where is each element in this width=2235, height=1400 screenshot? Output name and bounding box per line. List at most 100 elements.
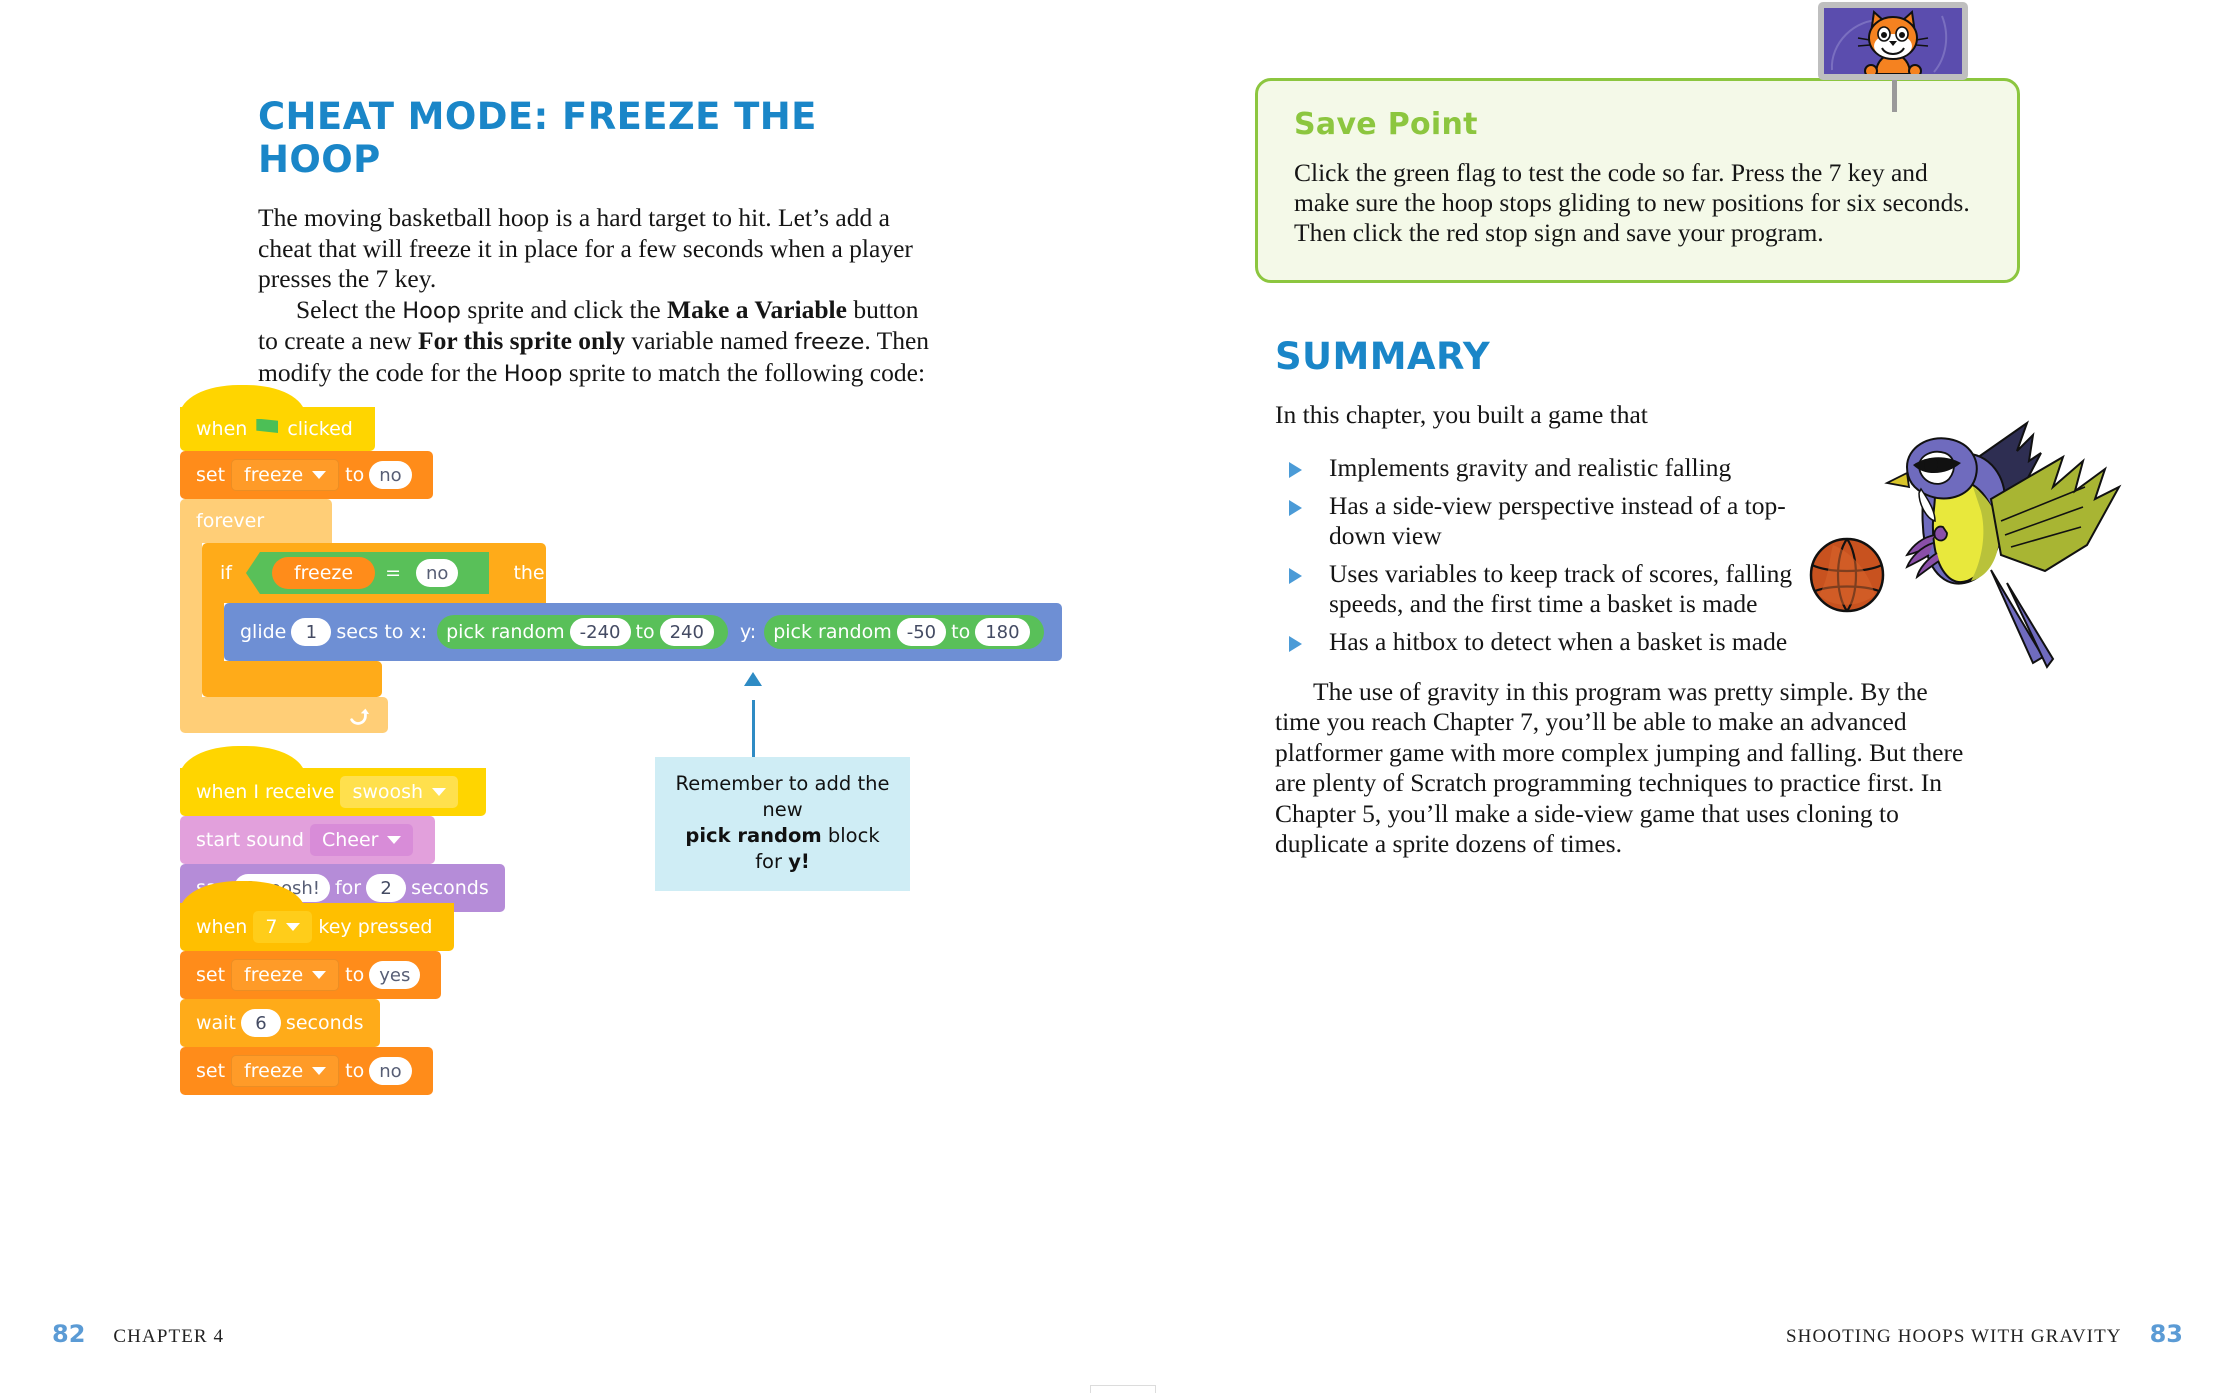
block-label-set: set	[196, 1060, 226, 1082]
green-flag-icon	[256, 418, 279, 433]
summary-closing: The use of gravity in this program was p…	[1275, 677, 1965, 860]
callout-leader-line	[752, 700, 755, 758]
block-set-freeze-no-2[interactable]: set freeze to no	[180, 1047, 433, 1095]
block-label-to: to	[345, 1060, 365, 1082]
input-set-value[interactable]: yes	[369, 961, 421, 989]
input-y-to[interactable]: 180	[975, 618, 1030, 646]
list-item: Implements gravity and realistic falling	[1275, 453, 1795, 483]
block-label-glide: glide	[240, 621, 287, 643]
if-header: if freeze = no then	[202, 543, 557, 603]
bird-basketball-svg	[1809, 420, 2122, 669]
closing-paragraph: The use of gravity in this program was p…	[1275, 676, 1964, 859]
block-when-key-pressed[interactable]: when 7 key pressed	[180, 881, 455, 958]
sign-post	[1892, 80, 1897, 112]
page-title: Cheat Mode: Freeze the Hoop	[258, 95, 817, 181]
block-when-i-receive[interactable]: when I receive swoosh	[180, 746, 487, 823]
callout-note: Remember to add the new pick random bloc…	[655, 757, 910, 891]
dropdown-sound-cheer[interactable]: Cheer	[309, 824, 414, 856]
list-item-label: Has a side-view perspective instead of a…	[1329, 490, 1786, 550]
book-spread: Cheat Mode: Freeze the Hoop The moving b…	[0, 0, 2235, 1400]
block-label-secs-to-x: secs to x:	[336, 621, 428, 643]
callout-bold-pick-random: pick random	[685, 824, 822, 847]
triangle-bullet-icon	[1289, 635, 1302, 652]
block-label-start-sound: start sound	[196, 829, 304, 851]
save-point-body: Click the green flag to test the code so…	[1294, 158, 1970, 247]
list-item-label: Implements gravity and realistic falling	[1329, 452, 1732, 482]
loop-arrow-icon	[350, 708, 370, 725]
ui-label-for-this-sprite-only: For this sprite only	[418, 326, 626, 355]
ui-label-make-a-variable: Make a Variable	[667, 294, 847, 324]
block-label-then: then	[513, 562, 557, 584]
reporter-variable-freeze[interactable]: freeze	[271, 557, 376, 589]
bird-and-basketball-illustration	[1795, 395, 2125, 685]
block-set-freeze-no-1[interactable]: set freeze to no	[180, 451, 433, 506]
cat-sign-board	[1818, 2, 1968, 80]
block-wait-seconds[interactable]: wait 6 seconds	[180, 999, 380, 1054]
left-page-column: Cheat Mode: Freeze the Hoop The moving b…	[258, 95, 938, 389]
block-label-wait: wait	[196, 1012, 236, 1034]
reporter-pick-random-y[interactable]: pick random -50 to 180	[764, 615, 1044, 649]
block-when-green-flag-clicked[interactable]: when clicked	[180, 385, 375, 458]
summary-title: Summary	[1275, 335, 1491, 378]
footer-right: Shooting Hoops with Gravity 83	[1786, 1320, 2183, 1348]
list-item: Uses variables to keep track of scores, …	[1275, 559, 1795, 619]
block-label-seconds: seconds	[285, 1012, 364, 1034]
dropdown-value: freeze	[244, 1060, 304, 1082]
chevron-down-icon	[286, 923, 301, 931]
list-item: Has a side-view perspective instead of a…	[1275, 491, 1795, 551]
input-x-to[interactable]: 240	[659, 618, 714, 646]
reporter-pick-random-x[interactable]: pick random -240 to 240	[437, 615, 728, 649]
dropdown-value: freeze	[244, 964, 304, 986]
label-to-x: to	[635, 621, 655, 643]
running-head-left: Chapter 4	[113, 1326, 225, 1347]
block-label-when: when	[196, 418, 248, 440]
footer-left: 82 Chapter 4	[52, 1320, 224, 1348]
block-set-freeze-yes[interactable]: set freeze to yes	[180, 951, 442, 1006]
input-equals-right[interactable]: no	[416, 559, 459, 587]
text-run: variable named	[625, 326, 795, 355]
callout-arrowhead	[744, 672, 762, 686]
block-label-clicked: clicked	[287, 418, 353, 440]
block-glide-to-xy[interactable]: glide 1 secs to x: pick random -240 to 2…	[224, 603, 1062, 661]
chevron-down-icon	[312, 971, 327, 979]
text-run: sprite and click the	[460, 294, 668, 324]
block-label-forever: forever	[196, 510, 265, 532]
text-run: sprite to match the following code:	[562, 357, 926, 387]
dropdown-value: 7	[265, 916, 278, 938]
input-set-value[interactable]: no	[369, 1057, 412, 1085]
running-head-right: Shooting Hoops with Gravity	[1785, 1326, 2122, 1347]
chevron-down-icon	[387, 836, 402, 844]
list-item: Has a hitbox to detect when a basket is …	[1275, 627, 1795, 657]
dropdown-value: swoosh	[352, 781, 424, 803]
block-label-when-i-receive: when I receive	[196, 781, 335, 803]
dropdown-key-7[interactable]: 7	[253, 911, 313, 943]
label-pick-random-y: pick random	[773, 621, 892, 643]
block-start-sound[interactable]: start sound Cheer	[180, 816, 436, 871]
text-run: Select the	[296, 294, 403, 324]
dropdown-variable-freeze[interactable]: freeze	[231, 1055, 340, 1087]
boolean-equals[interactable]: freeze = no	[245, 552, 490, 594]
block-label-set: set	[196, 464, 226, 486]
basketball-icon	[1809, 537, 1885, 613]
input-wait-secs[interactable]: 6	[240, 1009, 281, 1037]
input-say-secs[interactable]: 2	[366, 874, 407, 902]
list-item-label: Has a hitbox to detect when a basket is …	[1329, 626, 1788, 656]
block-label-to: to	[345, 964, 365, 986]
dropdown-variable-freeze[interactable]: freeze	[231, 459, 340, 491]
operator-equals: =	[385, 562, 402, 584]
dropdown-message-swoosh[interactable]: swoosh	[340, 776, 459, 808]
code-hoop-2: Hoop	[503, 360, 563, 387]
input-glide-secs[interactable]: 1	[291, 618, 332, 646]
block-label-y: y:	[739, 621, 757, 643]
input-x-from[interactable]: -240	[569, 618, 631, 646]
dropdown-value: Cheer	[321, 829, 379, 851]
block-label-if: if	[220, 562, 232, 584]
paragraph-instructions: Select the Hoop sprite and click the Mak…	[258, 295, 938, 390]
input-y-from[interactable]: -50	[896, 618, 947, 646]
input-set-value[interactable]: no	[369, 461, 412, 489]
dropdown-variable-freeze[interactable]: freeze	[231, 959, 340, 991]
chevron-down-icon	[432, 788, 447, 796]
callout-bold-y: y!	[788, 850, 810, 873]
gutter-mark	[1090, 1385, 1156, 1393]
callout-line-1: Remember to add the new	[675, 772, 890, 821]
